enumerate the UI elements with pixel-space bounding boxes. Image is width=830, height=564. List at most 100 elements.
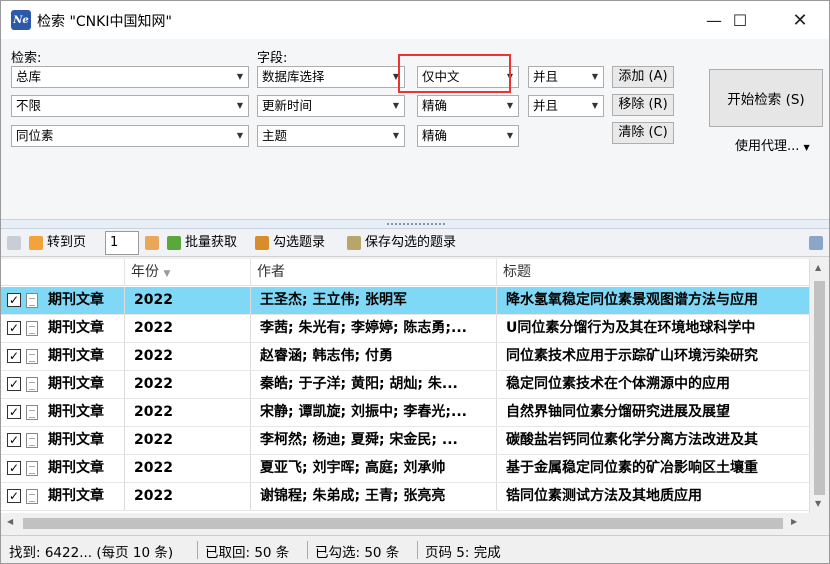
chevron-down-icon: ▼ [803,143,810,152]
row-checkbox[interactable]: ✓ [7,321,21,335]
save-selected-button[interactable]: 保存勾选的题录 [347,233,456,253]
scrollbar-thumb[interactable] [814,281,825,495]
document-icon [26,293,38,308]
row-checkbox[interactable]: ✓ [7,461,21,475]
status-found: 找到: 6422... (每页 10 条) [9,545,174,561]
scroll-up-icon[interactable]: ▲ [815,263,821,272]
logic-select-2[interactable]: 并且 ▼ [528,95,604,117]
cell-year: 2022 [124,455,250,482]
page-confirm-icon[interactable] [145,233,159,253]
document-icon [26,461,38,476]
cell-authors: 宋静; 谭凯旋; 刘振中; 李春光;... [250,399,496,426]
window-title: 检索 "CNKI中国知网" [37,14,172,30]
scope-select-2[interactable]: 不限 ▼ [11,95,249,117]
chevron-down-icon: ▼ [506,131,513,140]
select-records-button[interactable]: 勾选题录 [255,233,325,253]
search-label: 检索: [11,51,42,66]
table-row[interactable]: ✓ 期刊文章 2022 李茜; 朱光有; 李婷婷; 陈志勇;... U同位素分馏行为及其… [1,315,809,343]
table-row[interactable]: ✓ 期刊文章 2022 宋静; 谭凯旋; 刘振中; 李春光;... 自然界铀同位素分馏研… [1,399,809,427]
cell-year: 2022 [124,343,250,370]
chevron-down-icon: ▼ [506,101,513,110]
cell-type: 期刊文章 [48,320,104,336]
add-button[interactable]: 添加 (A) [612,66,674,88]
results-table: 年份 ▼ 作者 标题 ✓ 期刊文章 2022 王圣杰; 王立伟; 张明军 降水氢氧稳定同… [1,259,829,513]
cell-title: 自然界铀同位素分馏研究进展及展望 [496,399,809,426]
cell-year: 2022 [124,427,250,454]
table-row[interactable]: ✓ 期刊文章 2022 秦皓; 于子洋; 黄阳; 胡灿; 朱... 稳定同位素技术在个体… [1,371,809,399]
column-header-author[interactable]: 作者 [250,259,496,286]
cell-type: 期刊文章 [48,404,104,420]
row-checkbox[interactable]: ✓ [7,293,21,307]
horizontal-scrollbar[interactable]: ◀ ▶ [1,513,829,533]
table-row[interactable]: ✓ 期刊文章 2022 李柯然; 杨迪; 夏舜; 宋金民; ... 碳酸盐岩钙同位素化学… [1,427,809,455]
row-checkbox[interactable]: ✓ [7,433,21,447]
cell-title: U同位素分馏行为及其在环境地球科学中 [496,315,809,342]
table-row[interactable]: ✓ 期刊文章 2022 夏亚飞; 刘宇晖; 高庭; 刘承帅 基于金属稳定同位素的矿冶影响… [1,455,809,483]
option-select-2[interactable]: 精确 ▼ [417,95,519,117]
cell-title: 基于金属稳定同位素的矿冶影响区土壤重 [496,455,809,482]
chevron-down-icon: ▼ [236,101,243,110]
download-icon [167,236,181,250]
clear-button[interactable]: 清除 (C) [612,122,674,144]
checklist-icon [255,236,269,250]
batch-fetch-button[interactable]: 批量获取 [167,233,237,253]
table-row[interactable]: ✓ 期刊文章 2022 王圣杰; 王立伟; 张明军 降水氢氧稳定同位素景观图谱方法与应用 [1,287,809,315]
scroll-right-icon[interactable]: ▶ [791,517,797,526]
scope-select-1[interactable]: 总库 ▼ [11,66,249,88]
cell-year: 2022 [124,315,250,342]
maximize-icon[interactable]: ☐ [717,1,763,39]
cell-year: 2022 [124,287,250,314]
cell-authors: 秦皓; 于子洋; 黄阳; 胡灿; 朱... [250,371,496,398]
table-row[interactable]: ✓ 期刊文章 2022 赵睿涵; 韩志伟; 付勇 同位素技术应用于示踪矿山环境污染研究 [1,343,809,371]
chevron-down-icon: ▼ [591,72,598,81]
row-checkbox[interactable]: ✓ [7,377,21,391]
cell-year: 2022 [124,399,250,426]
cell-authors: 夏亚飞; 刘宇晖; 高庭; 刘承帅 [250,455,496,482]
clear-filter-icon[interactable] [809,233,823,253]
title-bar: Ne 检索 "CNKI中国知网" — ☐ ✕ [1,1,829,39]
logic-select-1[interactable]: 并且 ▼ [528,66,604,88]
table-header: 年份 ▼ 作者 标题 [1,259,829,286]
document-icon [26,433,38,448]
start-search-button[interactable]: 开始检索 (S) [709,69,823,127]
close-icon[interactable]: ✕ [777,1,823,39]
field-select-2[interactable]: 更新时间 ▼ [257,95,405,117]
goto-page-button[interactable]: 转到页 [29,233,86,253]
page-number-input[interactable]: 1 [105,231,139,255]
cell-year: 2022 [124,371,250,398]
scope-input-3[interactable]: 同位素 ▼ [11,125,249,147]
table-row[interactable]: ✓ 期刊文章 2022 谢锦程; 朱弟成; 王青; 张亮亮 锆同位素测试方法及其地质应用 [1,483,809,511]
chevron-down-icon: ▼ [591,101,598,110]
scrollbar-thumb[interactable] [23,518,783,529]
cell-type: 期刊文章 [48,432,104,448]
cell-year: 2022 [124,483,250,510]
status-fetched: 已取回: 50 条 [205,545,290,561]
cell-authors: 赵睿涵; 韩志伟; 付勇 [250,343,496,370]
status-checked: 已勾选: 50 条 [315,545,400,561]
scroll-left-icon[interactable]: ◀ [7,517,13,526]
cell-authors: 谢锦程; 朱弟成; 王青; 张亮亮 [250,483,496,510]
app-logo-icon: Ne [11,10,31,30]
search-panel: 检索: 字段: 总库 ▼ 数据库选择 ▼ 仅中文 ▼ 并且 ▼ 添加 (A) 不限 ▼ 更… [1,39,829,219]
view-icon[interactable] [7,233,21,253]
option-select-3[interactable]: 精确 ▼ [417,125,519,147]
vertical-scrollbar[interactable]: ▲ ▼ [809,259,829,513]
highlight-box [398,54,511,93]
scroll-down-icon[interactable]: ▼ [815,499,821,508]
column-header-year[interactable]: 年份 ▼ [124,259,250,286]
chevron-down-icon: ▼ [236,72,243,81]
row-checkbox[interactable]: ✓ [7,349,21,363]
remove-button[interactable]: 移除 (R) [612,94,674,116]
row-checkbox[interactable]: ✓ [7,489,21,503]
cell-title: 稳定同位素技术在个体溯源中的应用 [496,371,809,398]
sort-desc-icon: ▼ [163,269,171,279]
field-select-3[interactable]: 主题 ▼ [257,125,405,147]
cell-title: 碳酸盐岩钙同位素化学分离方法改进及其 [496,427,809,454]
cell-title: 降水氢氧稳定同位素景观图谱方法与应用 [496,287,809,314]
field-select-1[interactable]: 数据库选择 ▼ [257,66,405,88]
proxy-menu[interactable]: 使用代理... ▼ [735,135,810,154]
column-header-title[interactable]: 标题 [496,259,809,286]
document-icon [26,349,38,364]
panel-splitter[interactable] [1,219,829,229]
row-checkbox[interactable]: ✓ [7,405,21,419]
